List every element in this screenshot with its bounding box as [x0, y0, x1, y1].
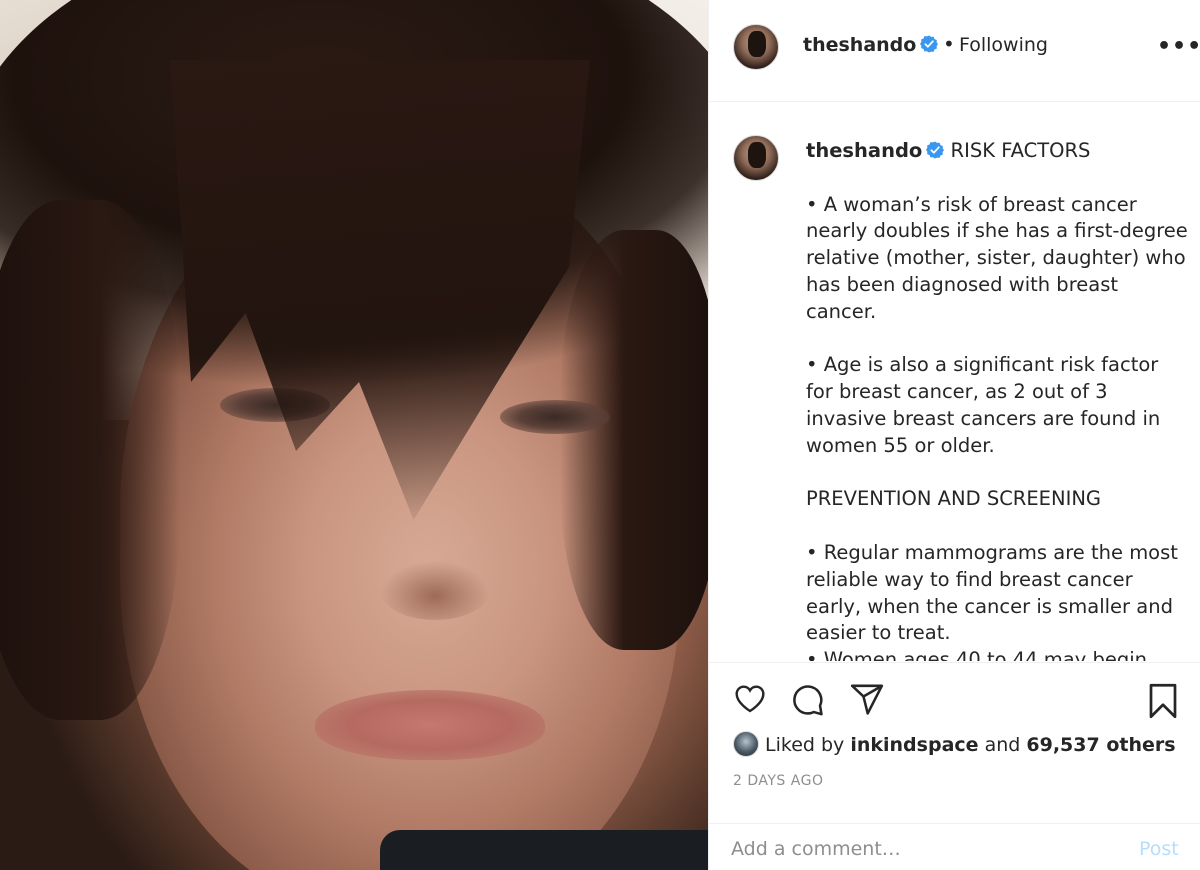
likes-conjunction: and — [984, 734, 1021, 756]
post-header: theshando • Following ••• — [709, 0, 1200, 102]
photo-nose — [380, 560, 490, 620]
likes-prefix: Liked by — [765, 734, 845, 756]
post-timestamp[interactable]: 2 DAYS AGO — [733, 773, 823, 789]
post-photo[interactable] — [0, 0, 708, 870]
author-avatar[interactable] — [733, 24, 779, 70]
comment-form: Post — [709, 823, 1200, 870]
caption-paragraph-truncated: • Women ages 40 to 44 may begin — [806, 648, 1148, 661]
photo-collar — [380, 830, 708, 870]
more-options-button[interactable]: ••• — [1157, 34, 1200, 59]
post-comment-button[interactable]: Post — [1139, 838, 1179, 860]
follow-separator: • — [943, 32, 955, 56]
caption-first-line: theshando RISK FACTORS — [806, 138, 1191, 165]
caption-paragraph: • A woman’s risk of breast cancer nearly… — [806, 192, 1188, 323]
photo-eye-right — [500, 400, 610, 434]
likes-summary: Liked by inkindspace and 69,537 others — [733, 731, 1176, 757]
caption-text: theshando RISK FACTORS • A woman’s risk … — [806, 138, 1191, 661]
photo-hair-left — [0, 200, 180, 720]
author-username-link[interactable]: theshando — [803, 34, 939, 56]
following-button[interactable]: Following — [959, 34, 1048, 56]
likes-others-link[interactable]: 69,537 others — [1026, 734, 1175, 756]
comment-input[interactable] — [731, 834, 1111, 864]
author-username[interactable]: theshando — [803, 34, 916, 56]
photo-lips — [315, 690, 545, 760]
heart-icon[interactable] — [733, 683, 767, 715]
verified-badge-icon — [926, 141, 945, 159]
caption-paragraph: • Regular mammograms are the most reliab… — [806, 540, 1178, 645]
liker-username[interactable]: inkindspace — [850, 734, 978, 756]
caption-heading: PREVENTION AND SCREENING — [806, 487, 1102, 511]
liker-avatar[interactable] — [733, 731, 759, 757]
caption-area: theshando RISK FACTORS • A woman’s risk … — [709, 103, 1200, 661]
caption-author-avatar[interactable] — [733, 135, 779, 181]
caption-username[interactable]: theshando — [806, 139, 922, 162]
verified-badge-icon — [920, 35, 939, 53]
post-side-panel: theshando • Following ••• theshando RISK… — [708, 0, 1200, 870]
bookmark-icon[interactable] — [1147, 683, 1179, 719]
comment-icon[interactable] — [791, 683, 825, 717]
caption-heading: RISK FACTORS — [950, 139, 1091, 162]
share-icon[interactable] — [849, 683, 885, 717]
caption-paragraph: • Age is also a significant risk factor … — [806, 353, 1161, 457]
post-actions: Liked by inkindspace and 69,537 others 2… — [709, 662, 1200, 870]
photo-hair-right — [560, 230, 708, 650]
